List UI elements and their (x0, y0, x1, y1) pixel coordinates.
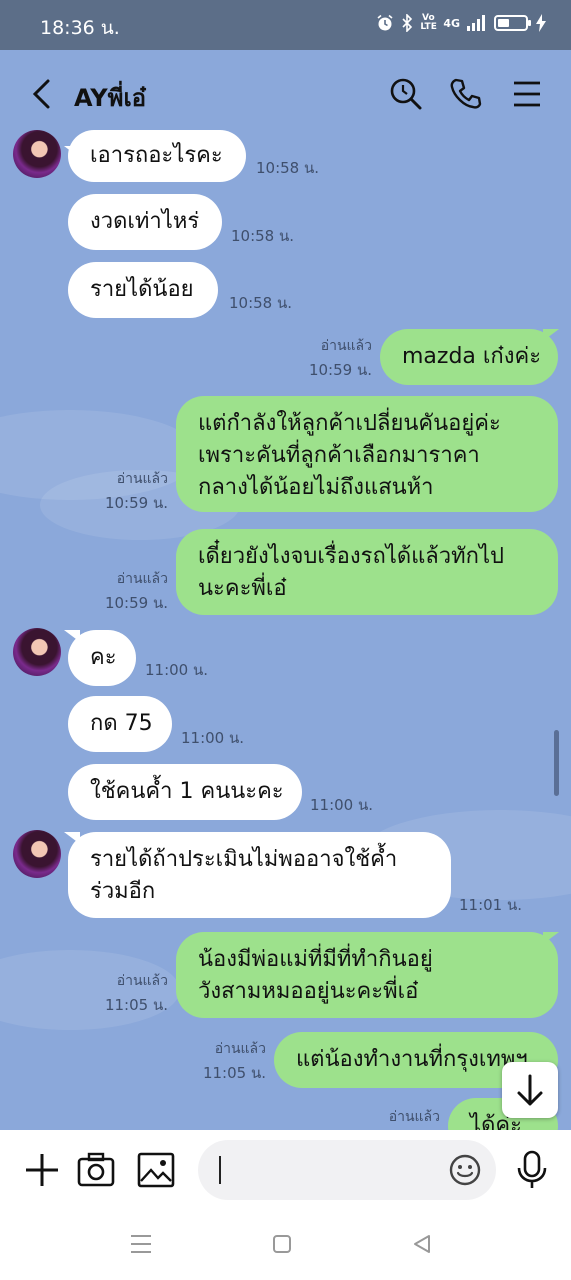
chat-header: AYพี่เอ๋ (0, 50, 571, 138)
read-receipt: อ่านแล้ว (116, 571, 168, 587)
image-icon[interactable] (136, 1150, 176, 1190)
message-time: 10:58 น. (256, 159, 320, 177)
message-time: 11:00 น. (145, 661, 209, 679)
message-time: 10:59 น. (104, 494, 168, 512)
scrollbar[interactable] (554, 730, 559, 796)
volte-icon: Vo LTE (420, 13, 437, 32)
search-icon[interactable] (388, 76, 424, 112)
message-time: 10:58 น. (229, 294, 293, 312)
message-line: แต่กำลังให้ลูกค้าเปลี่ยนคันอยู่ค่ะ (198, 411, 501, 436)
read-receipt: อ่านแล้ว (116, 471, 168, 487)
outgoing-message-bubble[interactable]: แต่กำลังให้ลูกค้าเปลี่ยนคันอยู่ค่ะ เพราะ… (176, 396, 558, 512)
message-time: 11:00 น. (310, 796, 374, 814)
contact-avatar[interactable] (13, 830, 61, 878)
read-receipt: อ่านแล้ว (214, 1041, 266, 1057)
read-receipt: อ่านแล้ว (388, 1109, 440, 1125)
outgoing-message-bubble[interactable]: น้องมีพ่อแม่ที่มีที่ทำกินอยู่ วังสามหมออ… (176, 932, 558, 1018)
message-text: รายได้น้อย (90, 277, 194, 302)
incoming-message-bubble[interactable]: ใช้คนค้ำ 1 คนนะคะ (68, 764, 302, 820)
alarm-icon (377, 14, 393, 31)
signal-icon (467, 15, 485, 31)
incoming-message-bubble[interactable]: งวดเท่าไหร่ (68, 194, 222, 250)
message-text: กด 75 (90, 711, 153, 736)
incoming-message-bubble[interactable]: รายได้น้อย (68, 262, 218, 318)
system-navigation-bar (0, 1210, 571, 1280)
incoming-message-bubble[interactable]: เอารถอะไรคะ (68, 130, 246, 182)
emoji-icon[interactable] (448, 1153, 482, 1187)
message-line: นะคะพี่เอ๋ (198, 576, 287, 601)
back-arrow-icon[interactable] (28, 76, 58, 112)
back-nav-icon[interactable] (412, 1234, 432, 1254)
message-time: 11:01 น. (459, 896, 523, 914)
arrow-down-icon (517, 1074, 543, 1106)
message-line: รายได้ถ้าประเมินไม่พออาจใช้ค้ำ (90, 847, 398, 872)
read-receipt: อ่านแล้ว (320, 338, 372, 354)
battery-icon (494, 15, 531, 31)
message-line: ร่วมอีก (90, 879, 156, 904)
message-time: 10:59 น. (104, 594, 168, 612)
incoming-message-bubble[interactable]: รายได้ถ้าประเมินไม่พออาจใช้ค้ำ ร่วมอีก (68, 832, 451, 918)
message-line: วังสามหมออยู่นะคะพี่เอ๋ (198, 979, 419, 1004)
charging-icon (536, 14, 546, 32)
status-time: 18:36 น. (40, 17, 120, 39)
message-text: งวดเท่าไหร่ (90, 209, 200, 234)
scroll-to-bottom-button[interactable] (502, 1062, 558, 1118)
message-line: เพราะคันที่ลูกค้าเลือกมาราคา (198, 443, 480, 468)
message-time: 11:00 น. (181, 729, 245, 747)
incoming-message-bubble[interactable]: คะ (68, 630, 136, 686)
menu-icon[interactable] (510, 76, 546, 112)
message-input[interactable] (198, 1140, 496, 1200)
message-time: 10:59 น. (308, 361, 372, 379)
message-line: กลางได้น้อยไม่ถึงแสนห้า (198, 475, 434, 500)
recent-apps-icon[interactable] (130, 1234, 152, 1254)
status-bar: 18:36 น. Vo LTE 4G (0, 0, 571, 50)
message-text: คะ (90, 645, 117, 670)
contact-avatar[interactable] (13, 130, 61, 178)
bluetooth-icon (402, 14, 413, 32)
message-input-bar (0, 1130, 571, 1210)
outgoing-message-bubble[interactable]: mazda เก๋งค่ะ (380, 329, 558, 385)
chat-title: AYพี่เอ๋ (74, 84, 147, 112)
read-receipt: อ่านแล้ว (116, 973, 168, 989)
camera-icon[interactable] (76, 1150, 116, 1190)
microphone-icon[interactable] (512, 1150, 552, 1190)
message-line: น้องมีพ่อแม่ที่มีที่ทำกินอยู่ (198, 947, 433, 972)
message-time: 11:05 น. (202, 1064, 266, 1082)
message-text: แต่น้องทำงานที่กรุงเทพฯ (296, 1047, 528, 1072)
phone-icon[interactable] (448, 76, 484, 112)
incoming-message-bubble[interactable]: กด 75 (68, 696, 172, 752)
message-time: 10:58 น. (231, 227, 295, 245)
status-icons: Vo LTE 4G (376, 14, 547, 32)
text-caret (219, 1156, 221, 1184)
chat-area[interactable]: AYพี่เอ๋ เอารถอะไรคะ 10:58 น. งวดเท่าไหร… (0, 50, 571, 1130)
contact-avatar[interactable] (13, 628, 61, 676)
message-text: ใช้คนค้ำ 1 คนนะคะ (90, 779, 284, 804)
network-type: 4G (443, 16, 460, 30)
plus-icon[interactable] (22, 1150, 62, 1190)
outgoing-message-bubble[interactable]: เดี๋ยวยังไงจบเรื่องรถได้แล้วทักไป นะคะพี… (176, 529, 558, 615)
home-icon[interactable] (272, 1234, 292, 1254)
message-text: mazda เก๋งค่ะ (402, 344, 542, 369)
message-time: 11:05 น. (104, 996, 168, 1014)
message-line: เดี๋ยวยังไงจบเรื่องรถได้แล้วทักไป (198, 544, 504, 569)
message-text: เอารถอะไรคะ (90, 143, 223, 168)
